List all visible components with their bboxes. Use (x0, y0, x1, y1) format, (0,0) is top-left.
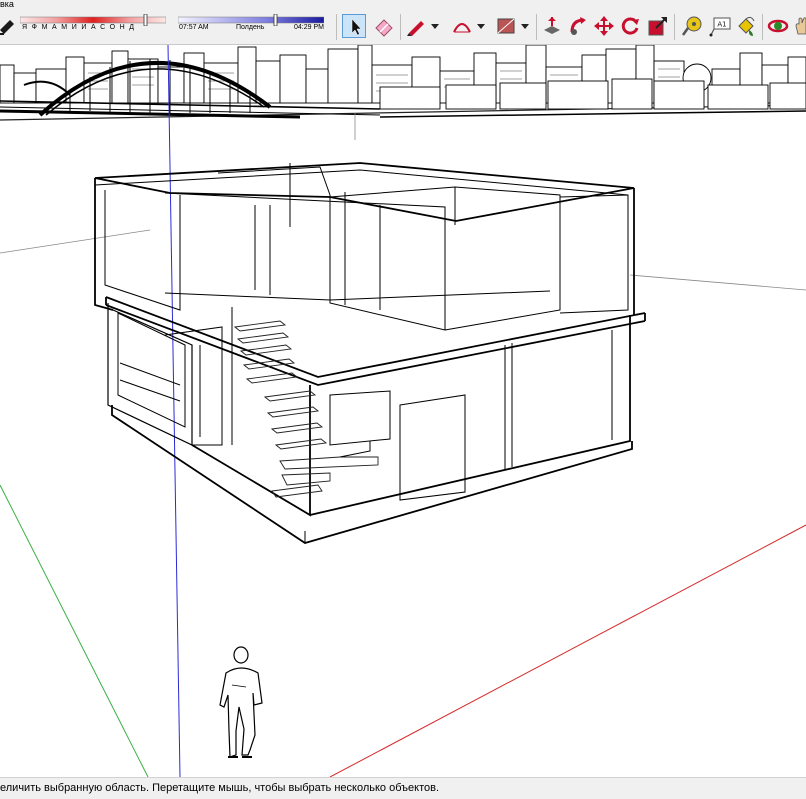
eraser-tool[interactable] (372, 14, 396, 38)
human-figure-scale[interactable] (219, 646, 263, 758)
model-scene (0, 45, 806, 777)
rectangle-tool-dropdown[interactable] (518, 14, 532, 38)
push-pull-tool[interactable] (540, 14, 564, 38)
rotate-tool[interactable] (618, 14, 642, 38)
toolbar-separator (336, 14, 337, 40)
select-tool[interactable] (342, 14, 366, 38)
toolbar-separator (674, 14, 675, 40)
house-model[interactable] (94, 162, 646, 544)
line-tool[interactable] (404, 14, 428, 38)
scale-tool[interactable] (646, 14, 670, 38)
red-axis (329, 524, 806, 777)
toolbar-separator (536, 14, 537, 40)
pencil-icon (407, 21, 424, 36)
ground-guides (0, 113, 806, 291)
time-slider-handle (273, 14, 278, 26)
move-tool[interactable] (592, 14, 616, 38)
toolbar-separator (762, 14, 763, 40)
tape-measure-tool[interactable] (680, 14, 704, 38)
chevron-down-icon (521, 24, 529, 29)
3d-viewport[interactable] (0, 45, 806, 777)
menu-bar: вка (0, 0, 806, 10)
eraser-icon (375, 19, 393, 37)
rectangle-icon (497, 18, 515, 34)
time-end-label: 04:29 PM (294, 24, 324, 31)
line-tool-dropdown[interactable] (428, 14, 442, 38)
text-tool[interactable]: A1 (708, 14, 732, 38)
pan-tool[interactable] (792, 14, 806, 38)
city-skyline (0, 45, 806, 121)
green-axis (0, 484, 149, 777)
tape-measure-icon (681, 16, 702, 36)
chevron-down-icon (477, 24, 485, 29)
follow-me-icon (570, 17, 586, 35)
orbit-icon (767, 19, 789, 33)
status-bar: еличить выбранную область. Перетащите мы… (0, 777, 806, 799)
arc-icon (453, 23, 471, 33)
svg-text:A1: A1 (717, 21, 726, 29)
arrow-cursor-icon (351, 18, 362, 36)
rectangle-tool[interactable] (494, 14, 518, 38)
rotate-icon (621, 17, 639, 35)
orbit-tool[interactable] (766, 14, 790, 38)
paint-bucket-tool[interactable] (734, 14, 758, 38)
arc-tool[interactable] (450, 14, 474, 38)
move-icon (594, 16, 614, 36)
month-letters: ЯФМАМИИАСОНД (22, 24, 139, 31)
toolbar-separator (400, 14, 401, 40)
follow-me-tool[interactable] (566, 14, 590, 38)
arc-tool-dropdown[interactable] (474, 14, 488, 38)
chevron-down-icon (431, 24, 439, 29)
paint-bucket-icon (738, 16, 755, 36)
status-text: еличить выбранную область. Перетащите мы… (0, 782, 440, 794)
menu-item-fragment[interactable]: вка (0, 0, 14, 9)
time-start-label: 07:57 AM (179, 24, 209, 31)
time-mid-label: Полдень (236, 24, 265, 31)
hand-icon (795, 17, 806, 35)
toolbar: ЯФМАМИИАСОНД 07:57 AM Полдень 04:29 PM A… (0, 10, 806, 45)
text-icon: A1 (709, 17, 731, 37)
blue-axis (167, 45, 181, 777)
month-slider-handle (143, 14, 148, 26)
push-pull-icon (544, 17, 560, 34)
partial-tool-icon[interactable] (0, 14, 20, 38)
scale-icon (648, 17, 667, 36)
